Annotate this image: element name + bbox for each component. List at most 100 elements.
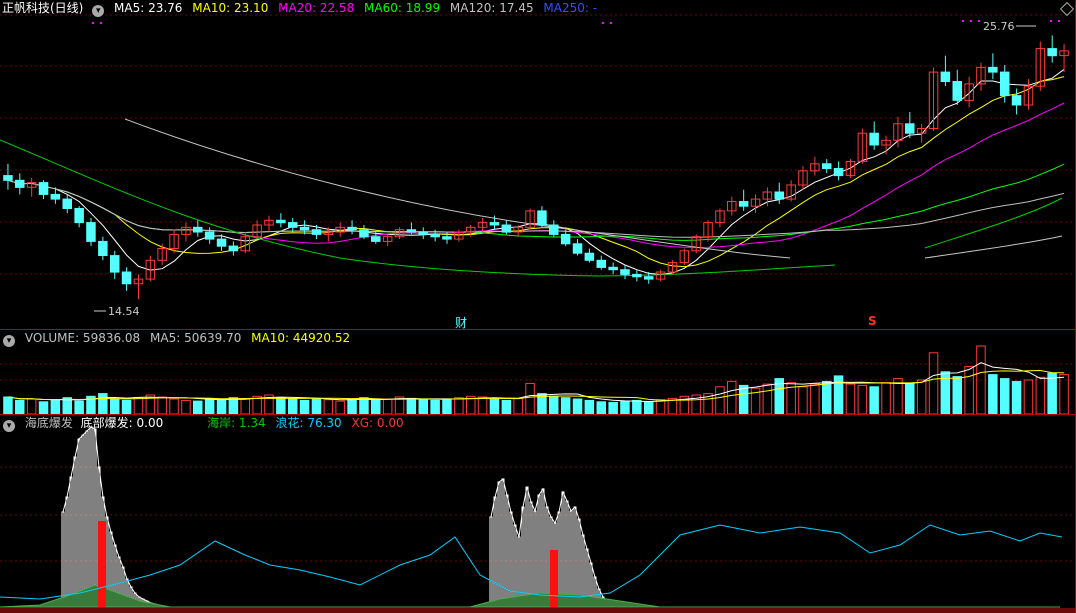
price-chart[interactable] xyxy=(0,0,1076,328)
volume-bar xyxy=(810,383,820,414)
signal-dot xyxy=(962,20,964,22)
signal-dot xyxy=(978,20,980,22)
candle-body xyxy=(418,231,428,235)
volume-bar xyxy=(822,380,832,414)
volume-bar xyxy=(584,399,595,414)
volume-bar xyxy=(311,397,322,414)
ma250-label: MA250: - xyxy=(543,1,598,15)
volume-bar xyxy=(513,397,523,414)
volume-bar xyxy=(988,374,998,414)
burst-bar xyxy=(489,516,493,608)
volume-bar xyxy=(596,401,606,414)
volume-bar xyxy=(857,384,868,414)
candle-body xyxy=(632,273,642,278)
volume-bar xyxy=(1035,376,1046,414)
candle-body xyxy=(406,229,417,233)
coast-label: 海岸: 1.34 xyxy=(207,416,266,430)
candle-body xyxy=(299,226,310,231)
volume-bar xyxy=(110,398,120,414)
xg-bar xyxy=(98,521,106,607)
volume-bar xyxy=(133,397,144,414)
volume-bar xyxy=(169,398,179,414)
volume-bar xyxy=(477,396,488,414)
burst-bar xyxy=(533,510,537,608)
ma60-label: MA60: 18.99 xyxy=(364,1,441,15)
burst-bar xyxy=(565,500,569,608)
indicator-chart[interactable] xyxy=(0,415,1076,613)
burst-bar xyxy=(85,430,89,608)
signal-dot xyxy=(1050,20,1052,22)
candle-body xyxy=(228,245,239,252)
volume-bar xyxy=(833,375,844,414)
volume-bar xyxy=(489,398,500,414)
volume-bar xyxy=(442,398,452,414)
volume-ma5-label: MA5: 50639.70 xyxy=(150,331,242,345)
burst-bar xyxy=(569,510,573,608)
candle-body xyxy=(430,233,440,238)
collapse-icon[interactable]: ▾ xyxy=(3,420,15,432)
volume-bar xyxy=(738,384,749,414)
price-panel[interactable]: 正帆科技(日线) ▾ MA5: 23.76 MA10: 23.10 MA20: … xyxy=(0,0,1076,330)
volume-bar xyxy=(299,399,310,414)
volume-bar xyxy=(928,352,939,414)
candle-body xyxy=(121,271,132,285)
collapse-icon[interactable]: ▾ xyxy=(92,5,105,17)
candle-body xyxy=(276,219,286,224)
volume-bar xyxy=(193,400,203,414)
burst-bar xyxy=(493,496,497,608)
volume-bar xyxy=(905,382,915,414)
burst-bar xyxy=(93,428,97,608)
volume-bar xyxy=(798,386,808,414)
volume-bar xyxy=(430,399,440,414)
indicator-panel[interactable]: ▾ 海底爆发 底部爆发: 0.00 海岸: 1.34 浪花: 76.30 XG:… xyxy=(0,415,1076,613)
high-price-label: 25.76 xyxy=(983,20,1015,33)
volume-bar xyxy=(560,397,571,414)
volume-panel[interactable]: ▾ VOLUME: 59836.08 MA5: 50639.70 MA10: 4… xyxy=(0,330,1076,414)
indicator-name: 海底爆发 xyxy=(24,416,73,430)
candle-body xyxy=(905,123,915,134)
candle-body xyxy=(359,229,369,238)
volume-bar xyxy=(525,382,535,414)
candle-body xyxy=(311,229,322,235)
candle-body xyxy=(644,276,654,280)
candle-body xyxy=(584,252,595,261)
volume-bar xyxy=(216,399,227,414)
volume-bar xyxy=(74,400,84,414)
burst-bar xyxy=(73,456,77,608)
volume-bar xyxy=(1059,374,1069,414)
volume-bar xyxy=(204,397,215,414)
volume-bar xyxy=(845,383,856,414)
volume-bar xyxy=(347,398,357,414)
stock-title[interactable]: 正帆科技(日线) xyxy=(2,1,83,15)
burst-bar xyxy=(521,506,525,608)
collapse-icon[interactable]: ▾ xyxy=(3,335,15,347)
volume-bar xyxy=(418,399,428,414)
volume-bar xyxy=(655,399,666,414)
candle-body xyxy=(371,236,381,242)
volume-legend: ▾ VOLUME: 59836.08 MA5: 50639.70 MA10: 4… xyxy=(0,330,356,347)
ma60-line xyxy=(0,139,836,277)
candle-body xyxy=(833,168,844,177)
candle-body xyxy=(738,201,749,207)
candle-body xyxy=(3,175,13,181)
candle-body xyxy=(940,71,951,82)
candle-body xyxy=(193,226,203,233)
ma-line xyxy=(7,76,1065,268)
candle-body xyxy=(560,233,571,245)
candle-body xyxy=(98,240,108,256)
volume-bar xyxy=(964,365,974,414)
volume-bar xyxy=(406,397,417,414)
signal-marker[interactable]: S xyxy=(868,314,877,328)
volume-bar xyxy=(572,398,583,414)
burst-bar xyxy=(509,511,513,608)
burst-bar xyxy=(577,518,581,608)
candle-body xyxy=(1047,48,1057,57)
volume-bar xyxy=(869,386,879,414)
coast-area xyxy=(0,584,171,608)
candle-body xyxy=(288,222,298,228)
volume-bar xyxy=(632,399,642,414)
burst-bar xyxy=(81,434,85,608)
volume-bar xyxy=(501,399,512,414)
candle-body xyxy=(501,224,512,233)
candle-body xyxy=(572,243,583,254)
